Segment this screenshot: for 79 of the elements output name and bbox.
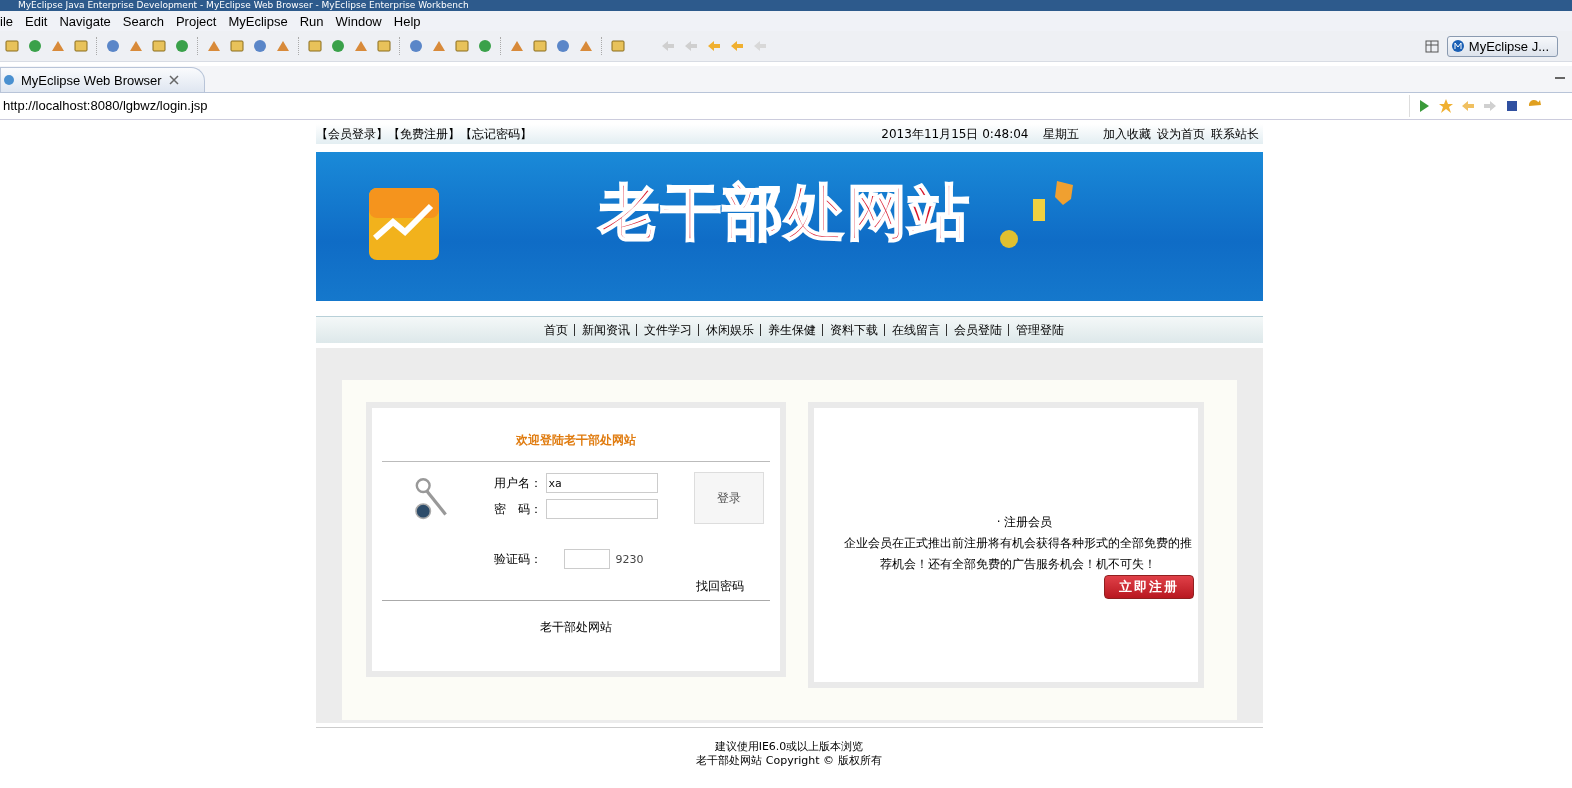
captcha-field[interactable]: [563, 549, 610, 569]
nav-link[interactable]: 休闲娱乐: [698, 324, 754, 336]
weekday-text: 星期五: [1042, 125, 1079, 143]
top-link[interactable]: 加入收藏: [1102, 125, 1151, 143]
login-footer-text: 老干部处网站: [381, 600, 770, 636]
arrow-icon[interactable]: [706, 38, 722, 54]
window-title: MyEclipse Java Enterprise Development - MyEclipse Web Browser - MyEclipse Enterprise Workbench: [0, 0, 1572, 11]
menu-item[interactable]: ile: [0, 13, 19, 29]
arrow-icon[interactable]: [683, 38, 699, 54]
site-title: 老干部处网站: [598, 176, 971, 249]
back-icon[interactable]: [1460, 98, 1476, 114]
register-heading: · 注册会员: [995, 514, 1054, 531]
footer-text: 建议使用IE6.0或以上版本浏览: [714, 740, 864, 754]
menu-item[interactable]: Edit: [19, 13, 54, 29]
arrow-icon[interactable]: [660, 38, 676, 54]
toolbar-icon[interactable]: [252, 38, 268, 54]
password-field[interactable]: [545, 499, 658, 519]
toolbar-icon[interactable]: [454, 38, 470, 54]
arrow-icon[interactable]: [752, 38, 768, 54]
top-link[interactable]: 设为首页: [1156, 125, 1205, 143]
logo-icon: [1450, 39, 1465, 53]
field-label: 密 码：: [493, 500, 543, 518]
stop-icon[interactable]: [1504, 98, 1520, 114]
nav-link[interactable]: 新闻资讯: [574, 324, 630, 336]
toolbar-icon[interactable]: [27, 38, 43, 54]
username-field[interactable]: xa: [545, 473, 658, 493]
address-field[interactable]: http://localhost:8080/lgbwz/login.jsp: [0, 95, 1410, 117]
toolbar-icon[interactable]: [555, 38, 571, 54]
nav-link[interactable]: 会员登陆: [946, 324, 1002, 336]
top-link[interactable]: 联系站长: [1210, 125, 1259, 143]
field-label: 用户名：: [493, 474, 543, 492]
tab-label: MyEclipse Web Browser: [21, 72, 162, 88]
footer-text: 老干部处网站 Copyright © 版权所有: [696, 754, 882, 768]
nav-link[interactable]: 首页: [544, 321, 568, 339]
toolbar-icon[interactable]: [151, 38, 167, 54]
editor-tab[interactable]: MyEclipse Web Browser: [0, 67, 205, 92]
nav-link[interactable]: 管理登陆: [1008, 324, 1064, 336]
toolbar-icon[interactable]: [4, 38, 20, 54]
nav-link[interactable]: 在线留言: [884, 324, 940, 336]
date-text: 2013年11月15日 0:48:04: [881, 125, 1029, 143]
arrow-icon[interactable]: [729, 38, 745, 54]
register-button[interactable]: 立即注册: [1103, 575, 1194, 599]
toolbar-icon[interactable]: [73, 38, 89, 54]
login-heading: 欢迎登陆老干部处网站: [381, 408, 770, 462]
top-link[interactable]: 【会员登录】: [315, 125, 388, 143]
register-text: 企业会员在正式推出前注册将有机会获得各种形式的全部免费的推荐机会！还有全部免费的广告服务机会！机不可失！: [842, 535, 1193, 573]
top-link[interactable]: 【忘记密码】: [459, 125, 532, 143]
nav-link[interactable]: 资料下载: [822, 324, 878, 336]
star-icon[interactable]: [1438, 98, 1454, 114]
toolbar-icon[interactable]: [477, 38, 493, 54]
toolbar-icon[interactable]: [376, 38, 392, 54]
menu-item[interactable]: Run: [293, 13, 330, 29]
toolbar-icon[interactable]: [532, 38, 548, 54]
field-label: 验证码：: [493, 550, 543, 568]
globe-icon: [3, 74, 15, 86]
toolbar-icon[interactable]: [105, 38, 121, 54]
menu-item[interactable]: Search: [116, 13, 170, 29]
nav-link[interactable]: 文件学习: [636, 324, 692, 336]
menu-item[interactable]: Help: [387, 13, 427, 29]
toolbar-icon[interactable]: [330, 38, 346, 54]
perspective-icon[interactable]: [1423, 38, 1440, 54]
recover-password-link[interactable]: 找回密码: [695, 578, 744, 598]
menu-item[interactable]: Window: [329, 13, 388, 29]
top-link[interactable]: 【免费注册】: [387, 125, 460, 143]
perspective-button[interactable]: MyEclipse J...: [1446, 35, 1558, 57]
login-button[interactable]: 登录: [693, 472, 764, 524]
captcha-code: 9230: [615, 552, 644, 566]
toolbar-icon[interactable]: [174, 38, 190, 54]
nav-link[interactable]: 养生保健: [760, 324, 816, 336]
toolbar-icon[interactable]: [307, 38, 323, 54]
close-icon[interactable]: [167, 74, 180, 86]
menu-item[interactable]: Project: [169, 13, 223, 29]
toolbar-icon[interactable]: [610, 38, 626, 54]
toolbar-icon[interactable]: [229, 38, 245, 54]
toolbar-icon[interactable]: [408, 38, 424, 54]
menu-item[interactable]: MyEclipse: [222, 13, 294, 29]
chart-logo-icon: [368, 187, 439, 260]
forward-icon[interactable]: [1482, 98, 1498, 114]
menu-item[interactable]: Navigate: [53, 13, 117, 29]
